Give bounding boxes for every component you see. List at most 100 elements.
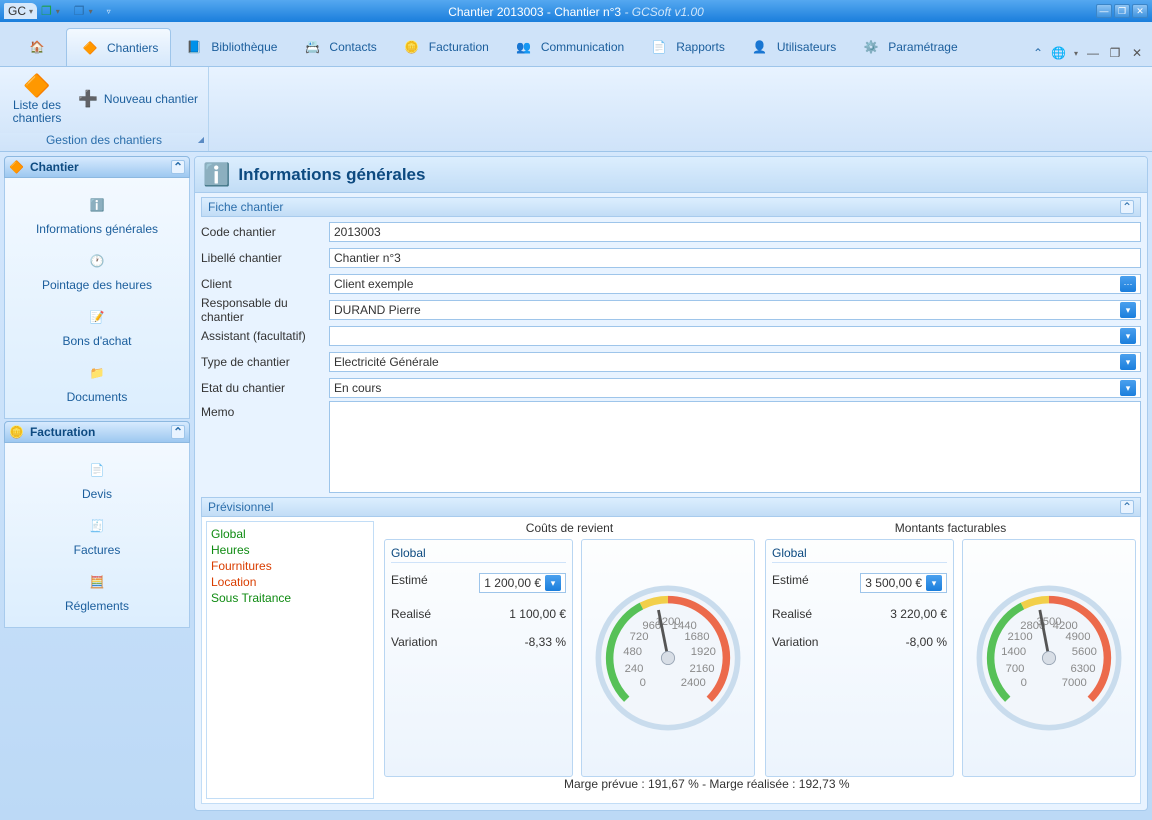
group-launcher-icon[interactable]: ◢ bbox=[198, 135, 204, 144]
tab-utilisateurs[interactable]: 👤Utilisateurs bbox=[737, 28, 848, 66]
ribbon-tabs: 🏠 🔶Chantiers 📘Bibliothèque 📇Contacts 🪙Fa… bbox=[0, 22, 1152, 67]
chevron-down-icon[interactable]: ▾ bbox=[926, 575, 942, 591]
select-assistant[interactable]: ▾ bbox=[329, 326, 1141, 346]
form-area: Code chantier2013003 Libellé chantierCha… bbox=[195, 217, 1147, 495]
tab-bibliotheque[interactable]: 📘Bibliothèque bbox=[171, 28, 289, 66]
report-icon: 📄 bbox=[648, 36, 670, 58]
collapse-icon[interactable]: ⌃ bbox=[171, 425, 185, 439]
textarea-memo[interactable] bbox=[329, 401, 1141, 493]
costs-gauge: 0240480720960120014401680192021602400 bbox=[588, 578, 748, 738]
tab-home[interactable]: 🏠 bbox=[8, 28, 66, 66]
mdi-close-button[interactable]: ✕ bbox=[1130, 46, 1144, 60]
coins-icon: 🪙 bbox=[9, 425, 24, 439]
collapse-icon[interactable]: ⌃ bbox=[1120, 500, 1134, 514]
select-type[interactable]: Electricité Générale▾ bbox=[329, 352, 1141, 372]
label-responsable: Responsable du chantier bbox=[201, 296, 329, 324]
section-chantier-header[interactable]: 🔶 Chantier ⌃ bbox=[4, 156, 190, 178]
value-responsable: DURAND Pierre bbox=[334, 303, 421, 317]
qat-overflow[interactable]: ▿ bbox=[107, 7, 111, 16]
chevron-down-icon[interactable]: ▾ bbox=[1120, 328, 1136, 344]
globe-icon[interactable]: 🌐 bbox=[1051, 46, 1066, 60]
section-facturation-title: Facturation bbox=[30, 425, 95, 439]
select-client[interactable]: Client exemple ⋯ bbox=[329, 274, 1141, 294]
fiche-title: Fiche chantier bbox=[208, 200, 283, 214]
qat-drop-1[interactable]: ▾ bbox=[56, 7, 60, 16]
nav-info-generales[interactable]: ℹ️Informations générales bbox=[7, 186, 187, 240]
gear-icon: ⚙️ bbox=[860, 36, 882, 58]
input-libelle[interactable]: Chantier n°3 bbox=[329, 248, 1141, 268]
app-tab[interactable]: GC▾ bbox=[4, 3, 37, 19]
svg-text:1920: 1920 bbox=[691, 646, 716, 658]
svg-text:5600: 5600 bbox=[1072, 646, 1097, 658]
category-item[interactable]: Location bbox=[211, 574, 369, 590]
category-item[interactable]: Heures bbox=[211, 542, 369, 558]
qat-drop-2[interactable]: ▾ bbox=[89, 7, 93, 16]
input-code[interactable]: 2013003 bbox=[329, 222, 1141, 242]
label-assistant: Assistant (facultatif) bbox=[201, 329, 329, 343]
collapse-icon[interactable]: ⌃ bbox=[171, 160, 185, 174]
billable-var-label: Variation bbox=[772, 635, 818, 649]
svg-text:7000: 7000 bbox=[1062, 677, 1087, 689]
chevron-down-icon[interactable]: ▾ bbox=[545, 575, 561, 591]
qat-icon-2[interactable]: ❐ bbox=[74, 4, 85, 18]
previsionnel-title: Prévisionnel bbox=[208, 500, 273, 514]
costs-est-input[interactable]: 1 200,00 € ▾ bbox=[479, 573, 566, 593]
invoice-icon: 🧾 bbox=[82, 511, 112, 541]
category-item[interactable]: Fournitures bbox=[211, 558, 369, 574]
collapse-icon[interactable]: ⌃ bbox=[1120, 200, 1134, 214]
previsionnel-group-header[interactable]: Prévisionnel ⌃ bbox=[201, 497, 1141, 517]
mdi-minimize-button[interactable]: — bbox=[1086, 46, 1100, 60]
billable-real-value: 3 220,00 € bbox=[890, 607, 947, 621]
new-chantier-button[interactable]: ➕ Nouveau chantier bbox=[78, 91, 198, 109]
costs-est-value: 1 200,00 € bbox=[484, 576, 541, 590]
nav-devis[interactable]: 📄Devis bbox=[7, 451, 187, 505]
costs-est-label: Estimé bbox=[391, 573, 428, 593]
tab-chantiers[interactable]: 🔶Chantiers bbox=[66, 28, 171, 66]
label-libelle: Libellé chantier bbox=[201, 251, 329, 265]
user-icon: 👤 bbox=[749, 36, 771, 58]
fiche-group-header[interactable]: Fiche chantier ⌃ bbox=[201, 197, 1141, 217]
svg-text:480: 480 bbox=[623, 646, 642, 658]
list-chantiers-button[interactable]: 🔶 Liste des chantiers bbox=[10, 75, 64, 125]
tab-contacts[interactable]: 📇Contacts bbox=[289, 28, 388, 66]
close-window-button[interactable]: ✕ bbox=[1132, 4, 1148, 18]
chevron-down-icon[interactable]: ▾ bbox=[1120, 354, 1136, 370]
qat-icon-1[interactable]: ❐ bbox=[41, 4, 52, 18]
nav-pointage[interactable]: 🕐Pointage des heures bbox=[7, 242, 187, 296]
billable-est-input[interactable]: 3 500,00 €▾ bbox=[860, 573, 947, 593]
tab-communication-label: Communication bbox=[541, 40, 624, 54]
chevron-down-icon[interactable]: ▾ bbox=[1120, 302, 1136, 318]
quote-icon: 📄 bbox=[82, 455, 112, 485]
restore-button[interactable]: ❐ bbox=[1114, 4, 1130, 18]
costs-card-head: Global bbox=[391, 546, 566, 563]
tab-communication[interactable]: 👥Communication bbox=[501, 28, 636, 66]
main-pane: ℹ️ Informations générales Fiche chantier… bbox=[194, 156, 1148, 811]
costs-var-value: -8,33 % bbox=[525, 635, 566, 649]
minimize-button[interactable]: — bbox=[1096, 4, 1112, 18]
category-item[interactable]: Global bbox=[211, 526, 369, 542]
nav-factures[interactable]: 🧾Factures bbox=[7, 507, 187, 561]
tab-rapports[interactable]: 📄Rapports bbox=[636, 28, 737, 66]
value-client: Client exemple bbox=[334, 277, 413, 291]
value-etat: En cours bbox=[334, 381, 381, 395]
ribbon-collapse-icon[interactable]: ⌃ bbox=[1033, 46, 1043, 60]
nav-reglements[interactable]: 🧮Réglements bbox=[7, 563, 187, 617]
more-icon[interactable]: ⋯ bbox=[1120, 276, 1136, 292]
mdi-restore-button[interactable]: ❐ bbox=[1108, 46, 1122, 60]
tab-facturation[interactable]: 🪙Facturation bbox=[389, 28, 501, 66]
category-item[interactable]: Sous Traitance bbox=[211, 590, 369, 606]
nav-documents[interactable]: 📁Documents bbox=[7, 354, 187, 408]
section-facturation-header[interactable]: 🪙 Facturation ⌃ bbox=[4, 421, 190, 443]
edit-icon: 📝 bbox=[82, 302, 112, 332]
billable-stats-card: Global Estimé3 500,00 €▾ Realisé3 220,00… bbox=[765, 539, 954, 777]
svg-text:0: 0 bbox=[640, 677, 646, 689]
nav-bons-achat[interactable]: 📝Bons d'achat bbox=[7, 298, 187, 352]
category-list[interactable]: GlobalHeuresFournituresLocationSous Trai… bbox=[206, 521, 374, 799]
tab-parametrage[interactable]: ⚙️Paramétrage bbox=[848, 28, 969, 66]
select-responsable[interactable]: DURAND Pierre ▾ bbox=[329, 300, 1141, 320]
billable-title: Montants facturables bbox=[765, 521, 1136, 535]
clock-icon: 🕐 bbox=[82, 246, 112, 276]
globe-drop[interactable]: ▾ bbox=[1074, 49, 1078, 58]
chevron-down-icon[interactable]: ▾ bbox=[1120, 380, 1136, 396]
select-etat[interactable]: En cours ▾ bbox=[329, 378, 1141, 398]
